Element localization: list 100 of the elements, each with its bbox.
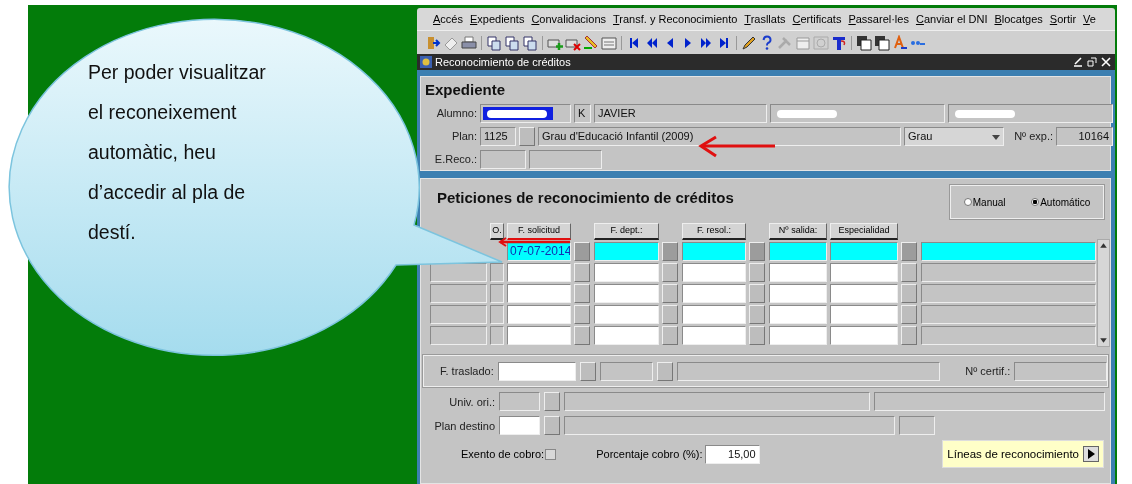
menu-item[interactable]: Certificats — [792, 13, 842, 25]
exit-icon[interactable] — [425, 34, 441, 51]
text-field[interactable]: Grau d'Educació Infantil (2009) — [538, 126, 901, 146]
menu-item[interactable]: Accés — [433, 13, 463, 25]
table-cell[interactable] — [490, 305, 504, 324]
menu-item[interactable]: Blocatges — [994, 13, 1043, 25]
table-cell[interactable] — [921, 305, 1096, 324]
table-cell[interactable] — [769, 305, 827, 324]
table-cell[interactable] — [921, 284, 1096, 303]
lookup-button[interactable] — [901, 326, 917, 345]
table-cell[interactable] — [507, 305, 571, 324]
column-header[interactable]: F. resol.: — [682, 223, 746, 240]
checkbox[interactable] — [545, 448, 557, 460]
restore-icon[interactable] — [1087, 57, 1097, 67]
table-cell[interactable] — [594, 305, 659, 324]
lookup-button[interactable] — [749, 242, 765, 261]
copy-icon[interactable] — [504, 34, 520, 51]
lookup-button[interactable] — [574, 326, 590, 345]
radio-button[interactable]: Manual — [963, 196, 1006, 208]
table-cell[interactable] — [921, 263, 1096, 282]
lookup-button[interactable] — [901, 284, 917, 303]
table-cell[interactable] — [830, 305, 898, 324]
lookup-button[interactable] — [662, 305, 678, 324]
table-cell[interactable] — [921, 242, 1096, 261]
menu-item[interactable]: Convalidacions — [531, 13, 606, 25]
column-header[interactable]: O. — [490, 223, 504, 240]
table-cell[interactable] — [682, 284, 746, 303]
text-field[interactable]: 15,00 — [704, 444, 760, 464]
menu-item[interactable]: Expedients — [469, 13, 525, 25]
table-cell[interactable] — [830, 242, 898, 261]
table-cell[interactable] — [682, 242, 746, 261]
lookup-button[interactable] — [749, 284, 765, 303]
pencil-icon[interactable] — [741, 34, 757, 51]
play-button-icon[interactable] — [1083, 446, 1099, 462]
column-header[interactable]: F. dept.: — [594, 223, 659, 240]
column-header[interactable]: Especialidad — [830, 223, 898, 240]
text-field[interactable] — [499, 416, 540, 435]
table-cell[interactable] — [490, 284, 504, 303]
scrollbar[interactable] — [1097, 239, 1110, 347]
column-header[interactable]: F. solicitud — [507, 223, 571, 240]
text-field[interactable] — [899, 416, 935, 435]
menu-item[interactable]: Passarel·les — [848, 13, 909, 25]
lookup-button[interactable] — [574, 242, 590, 261]
table-cell[interactable] — [594, 242, 659, 261]
calendar-icon[interactable] — [795, 34, 811, 51]
text-field[interactable] — [1014, 361, 1107, 381]
document-icon[interactable] — [856, 34, 872, 51]
text-field[interactable]: K — [574, 103, 591, 123]
table-cell[interactable] — [830, 326, 898, 345]
lookup-button[interactable] — [519, 126, 535, 146]
table-cell[interactable] — [430, 284, 487, 303]
redacted-field[interactable] — [480, 103, 571, 123]
lookup-button[interactable] — [749, 326, 765, 345]
font-icon[interactable] — [892, 34, 908, 51]
lookup-button[interactable] — [544, 392, 560, 411]
redacted-field[interactable] — [770, 103, 945, 123]
lookup-button[interactable] — [749, 263, 765, 282]
table-cell[interactable] — [594, 263, 659, 282]
lookup-button[interactable] — [579, 361, 596, 381]
table-cell[interactable] — [594, 284, 659, 303]
copy-icon[interactable] — [486, 34, 502, 51]
redacted-field[interactable] — [948, 103, 1113, 123]
minimize-icon[interactable] — [1073, 57, 1083, 67]
table-cell[interactable] — [507, 284, 571, 303]
table-cell[interactable] — [507, 326, 571, 345]
text-field[interactable] — [480, 149, 526, 169]
column-header[interactable]: Nº salida: — [769, 223, 827, 240]
list-icon[interactable] — [601, 34, 617, 51]
table-cell[interactable] — [769, 284, 827, 303]
text-field[interactable] — [564, 416, 895, 435]
table-cell[interactable] — [507, 263, 571, 282]
lookup-button[interactable] — [544, 416, 560, 435]
table-cell[interactable] — [769, 326, 827, 345]
lookup-button[interactable] — [662, 242, 678, 261]
text-field[interactable]: JAVIER — [594, 103, 767, 123]
document-icon[interactable] — [874, 34, 890, 51]
scroll-down-icon[interactable] — [1098, 335, 1109, 346]
copy-icon[interactable] — [522, 34, 538, 51]
table-cell[interactable] — [830, 263, 898, 282]
date-field[interactable] — [497, 361, 576, 381]
lookup-button[interactable] — [901, 242, 917, 261]
table-cell[interactable] — [830, 284, 898, 303]
table-cell[interactable] — [769, 263, 827, 282]
lookup-button[interactable] — [901, 305, 917, 324]
lookup-button[interactable] — [574, 263, 590, 282]
menu-item[interactable]: Canviar el DNI — [915, 13, 988, 25]
tee-icon[interactable] — [831, 34, 847, 51]
edit-icon[interactable] — [583, 34, 599, 51]
text-field[interactable] — [564, 392, 870, 411]
table-cell[interactable] — [430, 326, 487, 345]
text-field[interactable] — [499, 392, 540, 411]
dropdown[interactable]: Grau — [904, 126, 1004, 146]
table-cell[interactable] — [921, 326, 1096, 345]
text-field[interactable] — [599, 361, 654, 381]
radio-button[interactable]: Automático — [1031, 196, 1091, 208]
menu-item[interactable]: Sortir — [1049, 13, 1077, 25]
lookup-button[interactable] — [574, 305, 590, 324]
table-cell[interactable] — [682, 263, 746, 282]
lookup-button[interactable] — [749, 305, 765, 324]
text-field[interactable]: 10164 — [1056, 126, 1113, 146]
